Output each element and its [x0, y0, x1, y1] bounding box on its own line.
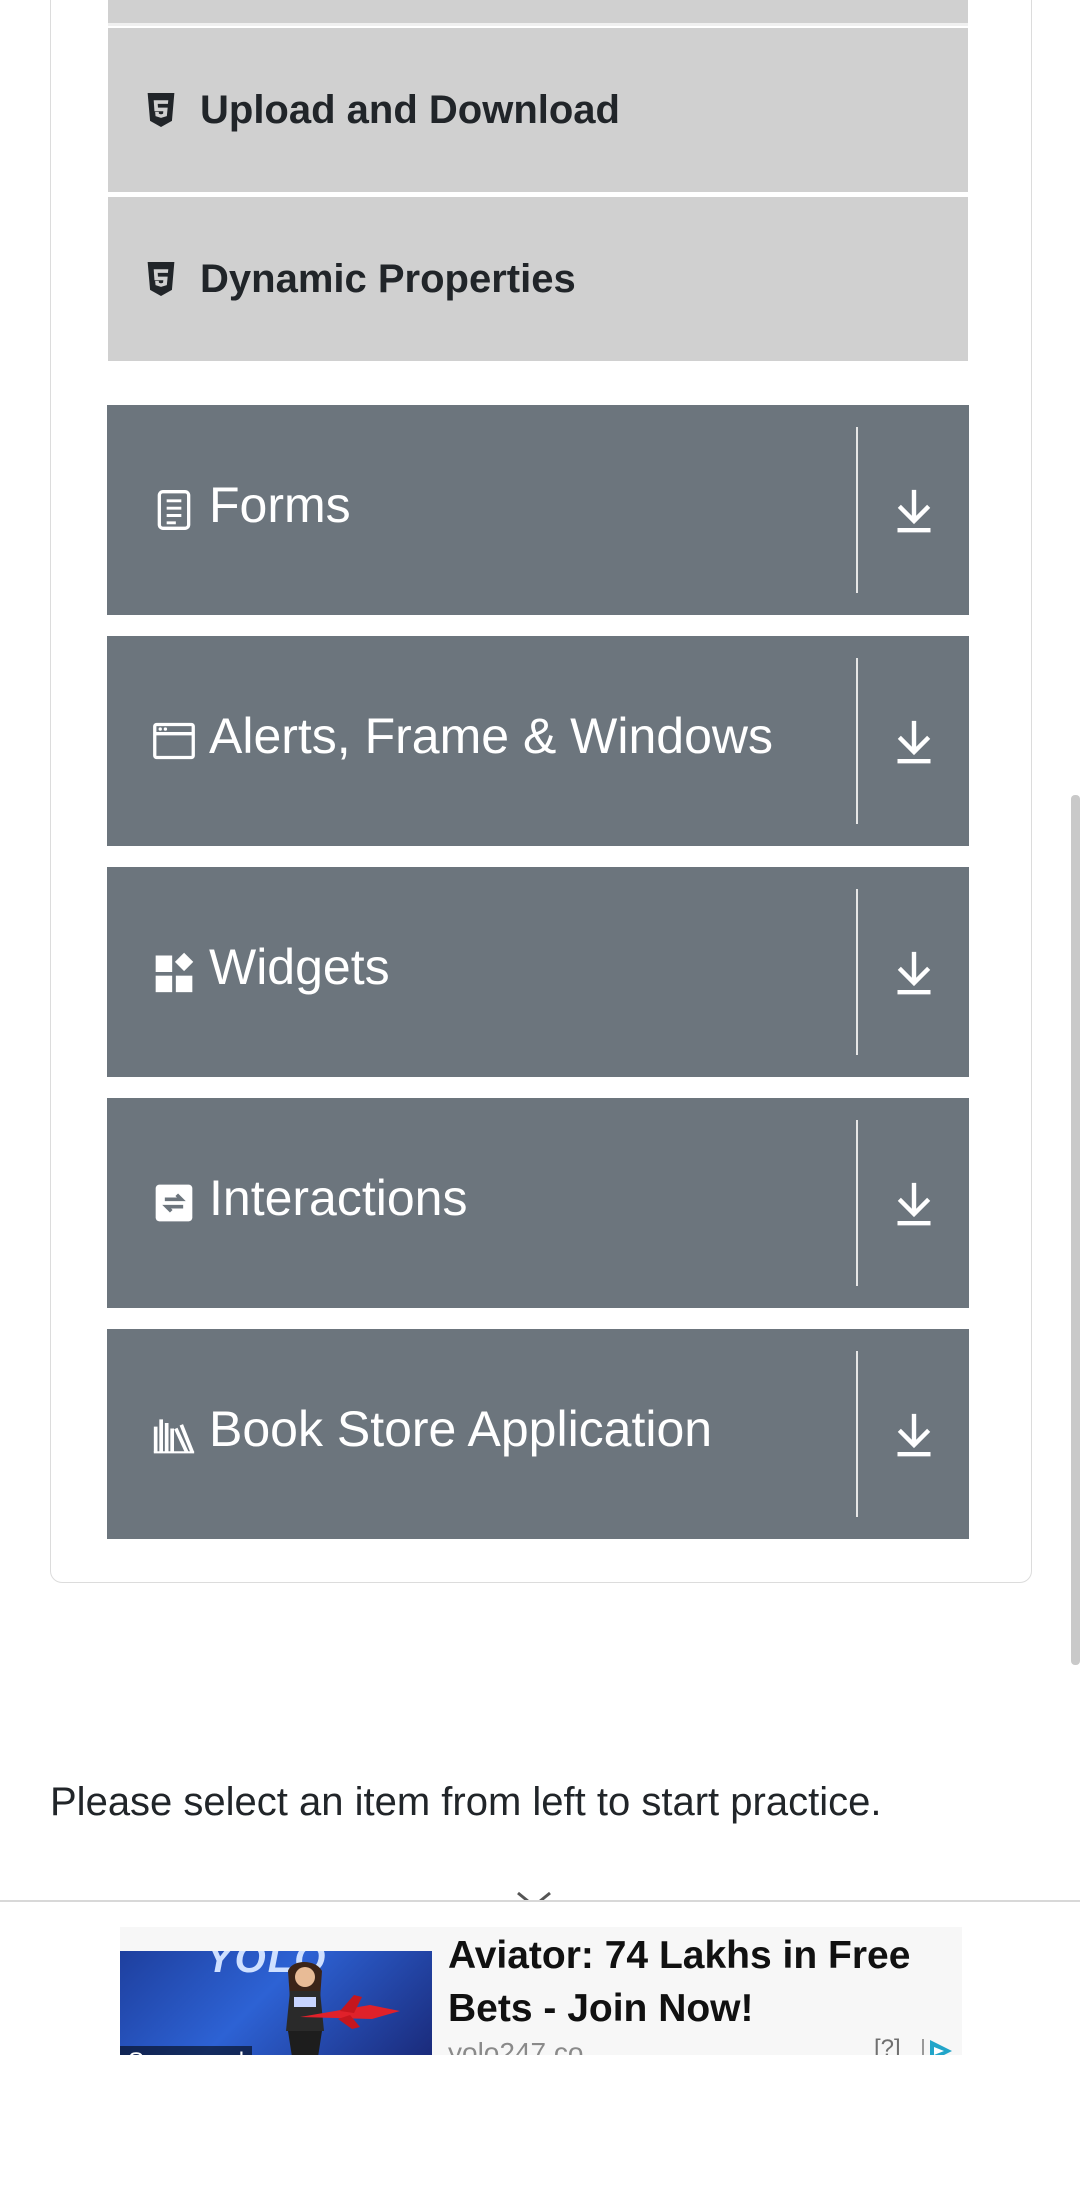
sidebar-item-label: Upload and Download [200, 87, 620, 132]
ad-choices-label[interactable]: [?] [874, 2035, 901, 2055]
download-icon[interactable] [859, 405, 969, 615]
window-icon [151, 718, 197, 764]
html5-icon [146, 262, 176, 296]
ad-plane-image [300, 1995, 400, 2029]
group-widgets[interactable]: Widgets [107, 867, 969, 1077]
group-label: Interactions [209, 1170, 468, 1226]
download-icon[interactable] [859, 867, 969, 1077]
download-icon[interactable] [859, 636, 969, 846]
page: Upload and Download Dynamic Properties F… [0, 0, 1080, 2201]
html5-icon [146, 93, 176, 127]
ad-title[interactable]: Aviator: 74 Lakhs in Free Bets - Join No… [448, 1929, 948, 2035]
sidebar-item-dynamic-properties[interactable]: Dynamic Properties [108, 197, 968, 361]
ad-image[interactable]: YOLO Sponsored [120, 1951, 432, 2055]
divider [856, 658, 858, 824]
books-icon [151, 1411, 197, 1457]
sidebar-item-label: Dynamic Properties [200, 256, 576, 301]
group-label: Book Store Application [209, 1401, 713, 1457]
group-alerts-frame-windows[interactable]: Alerts, Frame & Windows [107, 636, 969, 846]
document-icon [151, 487, 197, 533]
group-interactions[interactable]: Interactions [107, 1098, 969, 1308]
divider [856, 1351, 858, 1517]
ad-banner[interactable]: YOLO Sponsored Aviator: 74 Lakhs in Free… [0, 1900, 1080, 2055]
group-book-store-application[interactable]: Book Store Application [107, 1329, 969, 1539]
adchoices-icon[interactable] [920, 2037, 956, 2055]
group-label: Widgets [209, 939, 390, 995]
practice-hint: Please select an item from left to start… [50, 1780, 882, 1824]
download-icon[interactable] [859, 1329, 969, 1539]
group-label: Forms [209, 477, 351, 533]
sub-item-previous[interactable] [108, 0, 968, 26]
divider [856, 889, 858, 1055]
ad-card[interactable]: YOLO Sponsored Aviator: 74 Lakhs in Free… [120, 1927, 962, 2055]
scrollbar[interactable] [1071, 795, 1080, 1665]
divider [856, 427, 858, 593]
ad-domain[interactable]: yolo247.co [448, 2037, 583, 2055]
swap-icon [151, 1180, 197, 1226]
sidebar-item-upload-download[interactable]: Upload and Download [108, 28, 968, 192]
download-icon[interactable] [859, 1098, 969, 1308]
divider [856, 1120, 858, 1286]
ad-sponsored-label: Sponsored [120, 2046, 253, 2055]
group-label: Alerts, Frame & Windows [209, 708, 774, 764]
group-forms[interactable]: Forms [107, 405, 969, 615]
widgets-icon [151, 949, 197, 995]
